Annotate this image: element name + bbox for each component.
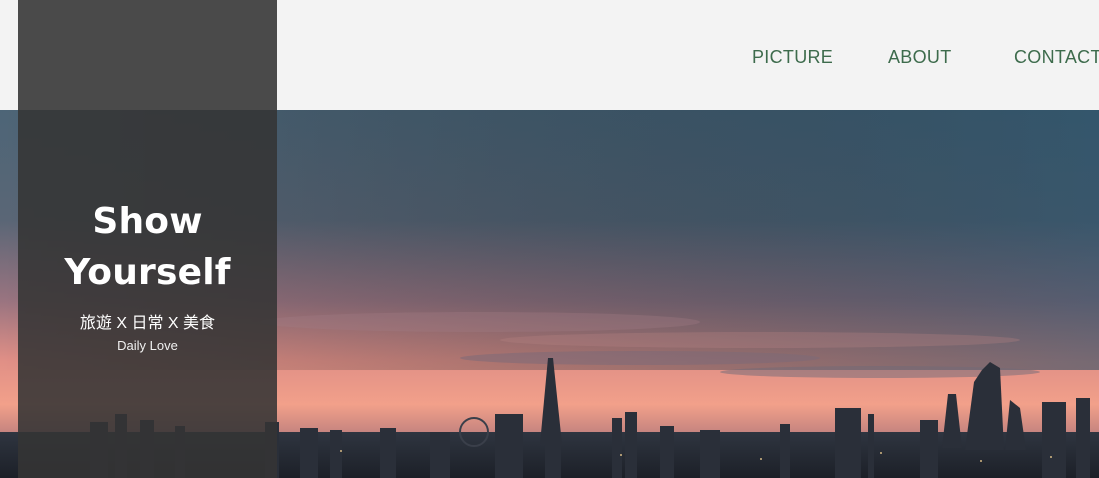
site-tagline: Daily Love — [117, 338, 178, 353]
nav-link-contact[interactable]: CONTACT — [1014, 47, 1099, 68]
brand-panel: Show Yourself 旅遊 X 日常 X 美食 Daily Love — [18, 0, 277, 478]
site-title-line1: Show — [92, 201, 203, 242]
site-title: Show Yourself — [18, 196, 277, 298]
nav-link-picture[interactable]: PICTURE — [752, 47, 833, 68]
site-title-line2: Yourself — [64, 252, 231, 293]
nav-link-about[interactable]: ABOUT — [888, 47, 952, 68]
brand-panel-header — [18, 0, 277, 110]
brand-block: Show Yourself 旅遊 X 日常 X 美食 Daily Love — [18, 196, 277, 354]
page: PICTURE ABOUT CONTACT Show Yourself 旅遊 X… — [0, 0, 1099, 478]
site-subtitle: 旅遊 X 日常 X 美食 — [79, 315, 216, 332]
